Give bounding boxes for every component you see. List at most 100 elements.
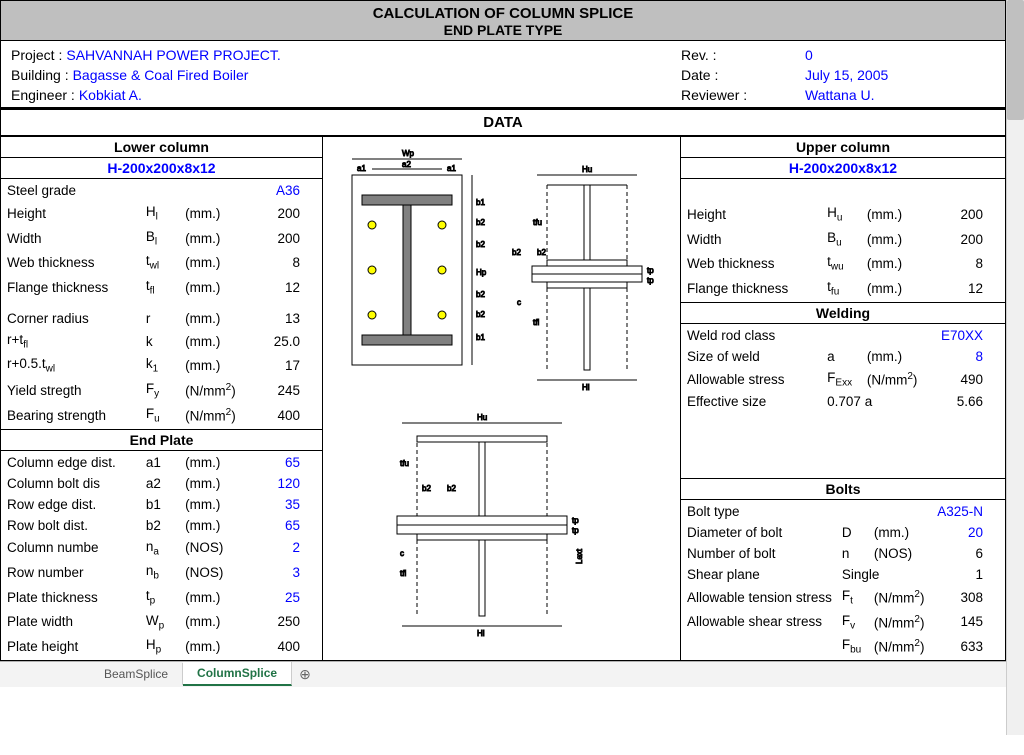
flange-label: Flange thickness: [3, 276, 140, 299]
weld-size-value[interactable]: 8: [934, 347, 1003, 366]
b2-value[interactable]: 65: [252, 516, 320, 535]
svg-text:Hl: Hl: [582, 383, 590, 392]
lower-column-table: Steel gradeA36 HeightHl(mm.)200 WidthBl(…: [1, 179, 322, 429]
data-section-title: DATA: [1, 110, 1005, 137]
fy-value: 245: [252, 379, 320, 402]
svg-text:b2: b2: [476, 218, 485, 227]
b1-label: Row edge dist.: [3, 495, 140, 514]
u-web-value: 8: [934, 252, 1003, 275]
building-value[interactable]: Bagasse & Coal Fired Boiler: [69, 67, 249, 83]
upper-column-member[interactable]: H-200x200x8x12: [681, 158, 1005, 179]
fv-value: 145: [933, 611, 1003, 634]
bolts-table: Bolt typeA325-N Diameter of boltD(mm.)20…: [681, 500, 1005, 660]
ft-label: Allowable tension stress: [683, 586, 836, 609]
svg-text:c: c: [400, 549, 404, 558]
data-body: Lower column H-200x200x8x12 Steel grade A…: [1, 137, 1005, 660]
reviewer-label: Reviewer :: [681, 87, 747, 103]
engineer-label: Engineer :: [11, 87, 75, 103]
endplate-title: End Plate: [1, 429, 322, 451]
diagram-bottom: Hu tfu b2b2 tp tp Lext: [323, 403, 680, 649]
lower-column-title: Lower column: [1, 137, 322, 158]
weld-class-value[interactable]: E70XX: [934, 326, 1003, 345]
rev-label: Rev. :: [681, 47, 717, 63]
scroll-thumb[interactable]: [1007, 0, 1024, 120]
svg-text:Hu: Hu: [477, 413, 487, 422]
ft-value: 308: [933, 586, 1003, 609]
svg-text:b1: b1: [476, 198, 485, 207]
fexx-label: Allowable stress: [683, 368, 821, 391]
bolt-dia-label: Diameter of bolt: [683, 523, 836, 542]
svg-text:a2: a2: [402, 160, 411, 169]
svg-text:b1: b1: [476, 333, 485, 342]
svg-text:Hu: Hu: [582, 165, 592, 174]
weld-size-label: Size of weld: [683, 347, 821, 366]
svg-text:tp: tp: [572, 526, 579, 535]
svg-text:b2: b2: [422, 484, 431, 493]
shear-plane-label: Shear plane: [683, 565, 836, 584]
tab-beamsplice[interactable]: BeamSplice: [90, 663, 183, 685]
tab-columnsplice[interactable]: ColumnSplice: [183, 662, 292, 686]
welding-title: Welding: [681, 302, 1005, 324]
endplate-table: Column edge dist.a1(mm.)65 Column bolt d…: [1, 451, 322, 660]
u-width-value: 200: [934, 228, 1003, 251]
fu-label: Bearing strength: [3, 404, 140, 427]
eff-value: 5.66: [934, 392, 1003, 411]
rev-value[interactable]: 0: [801, 47, 813, 63]
add-sheet-button[interactable]: ⊕: [292, 666, 318, 683]
svg-text:Wp: Wp: [402, 149, 415, 158]
project-value[interactable]: SAHVANNAH POWER PROJECT.: [62, 47, 280, 63]
svg-text:tfl: tfl: [400, 569, 406, 578]
steel-grade-value[interactable]: A36: [252, 181, 320, 200]
bolt-type-label: Bolt type: [683, 502, 836, 521]
date-label: Date :: [681, 67, 718, 83]
vertical-scrollbar[interactable]: [1006, 0, 1024, 735]
tp-value[interactable]: 25: [252, 586, 320, 609]
svg-text:b2: b2: [447, 484, 456, 493]
building-label: Building :: [11, 67, 69, 83]
wp-value: 250: [252, 611, 320, 634]
a2-label: Column bolt dis: [3, 474, 140, 493]
height-value[interactable]: 200: [252, 202, 320, 225]
svg-text:tfu: tfu: [533, 218, 542, 227]
bolt-dia-value[interactable]: 20: [933, 523, 1003, 542]
web-value[interactable]: 8: [252, 251, 320, 274]
hp-value: 400: [252, 635, 320, 658]
lower-column-member[interactable]: H-200x200x8x12: [1, 158, 322, 179]
fy-label: Yield stregth: [3, 379, 140, 402]
welding-table: Weld rod classE70XX Size of welda(mm.)8 …: [681, 324, 1005, 414]
width-label: Width: [3, 227, 140, 250]
date-value[interactable]: July 15, 2005: [801, 67, 888, 83]
weld-class-label: Weld rod class: [683, 326, 821, 345]
b2-label: Row bolt dist.: [3, 516, 140, 535]
width-value[interactable]: 200: [252, 227, 320, 250]
engineer-value[interactable]: Kobkiat A.: [75, 87, 142, 103]
flange-value[interactable]: 12: [252, 276, 320, 299]
a1-value[interactable]: 65: [252, 453, 320, 472]
bolt-type-value[interactable]: A325-N: [933, 502, 1003, 521]
hp-label: Plate height: [3, 635, 140, 658]
nb-value[interactable]: 3: [252, 561, 320, 584]
svg-text:tp: tp: [572, 516, 579, 525]
corner-value: 13: [252, 309, 320, 328]
sheet-tabs: BeamSplice ColumnSplice ⊕: [0, 661, 1006, 687]
b1-value[interactable]: 35: [252, 495, 320, 514]
u-flange-label: Flange thickness: [683, 277, 821, 300]
na-value[interactable]: 2: [252, 537, 320, 560]
svg-text:b2: b2: [476, 310, 485, 319]
u-web-label: Web thickness: [683, 252, 821, 275]
title-line1: CALCULATION OF COLUMN SPLICE: [373, 5, 634, 22]
fbu-value: 633: [933, 635, 1003, 658]
eff-label: Effective size: [683, 392, 821, 411]
bolt-num-value: 6: [933, 544, 1003, 563]
a2-value[interactable]: 120: [252, 474, 320, 493]
title-block: CALCULATION OF COLUMN SPLICE END PLATE T…: [1, 1, 1005, 41]
reviewer-value[interactable]: Wattana U.: [801, 87, 875, 103]
svg-text:tp: tp: [647, 276, 654, 285]
diagram-top: Wp a2 a1a1 b1 b2 b2 Hp b2 b2 b1: [323, 137, 680, 403]
svg-text:a1: a1: [357, 164, 366, 173]
svg-text:tp: tp: [647, 266, 654, 275]
svg-text:c: c: [517, 298, 521, 307]
na-label: Column numbe: [3, 537, 140, 560]
steel-grade-label: Steel grade: [3, 181, 140, 200]
upper-column-table: HeightHu(mm.)200 WidthBu(mm.)200 Web thi…: [681, 201, 1005, 302]
